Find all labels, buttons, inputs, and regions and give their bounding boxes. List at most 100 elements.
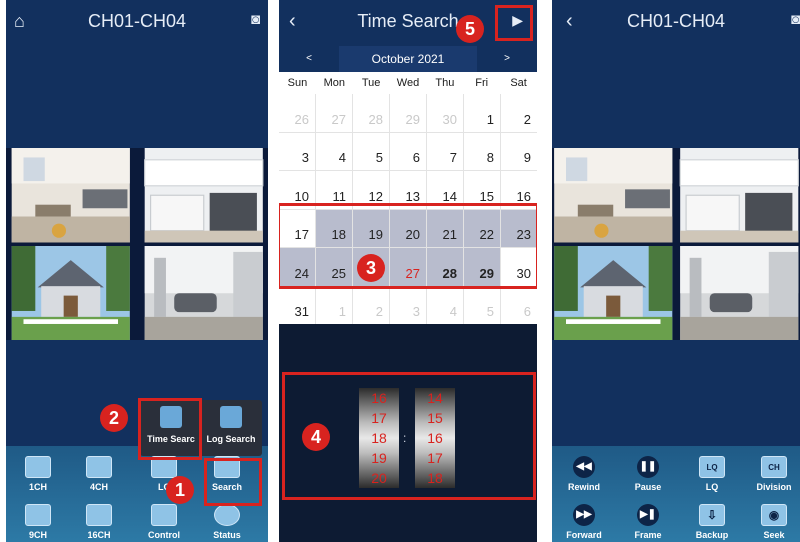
control-button[interactable]: Control — [134, 504, 194, 540]
calendar-day[interactable]: 28 — [353, 94, 389, 132]
9ch-button[interactable]: 9CH — [8, 504, 68, 540]
calendar-day[interactable]: 8 — [464, 132, 500, 170]
quad-channel-icon — [86, 456, 112, 478]
calendar-day[interactable]: 1 — [464, 94, 500, 132]
16ch-button[interactable]: 16CH — [69, 504, 129, 540]
forward-button[interactable]: ▶▶ Forward — [554, 504, 614, 540]
camera-view-ch2[interactable] — [139, 148, 269, 243]
weekday-label: Sun — [287, 77, 308, 89]
camera-view-ch2[interactable] — [678, 148, 800, 243]
camera-view-ch4[interactable] — [139, 246, 269, 341]
button-label: Status — [213, 530, 241, 540]
pause-button[interactable]: ❚❚ Pause — [618, 456, 678, 492]
day-number: 1 — [486, 111, 494, 127]
calendar-day[interactable]: 9 — [501, 132, 537, 170]
day-number: 9 — [523, 150, 531, 165]
backup-button[interactable]: ⇩ Backup — [682, 504, 742, 540]
playback-toolbar: ◀◀ Rewind ❚❚ Pause LQ LQ CH Division ▶▶ Forwa… — [552, 446, 800, 542]
seek-button[interactable]: ◉ Seek — [744, 504, 800, 540]
playback-panel: ‹ CH01-CH04 ◙ ◀◀ Rewind ❚❚ Pause LQ LQ CH Di… — [552, 0, 800, 542]
callout-box-2 — [138, 398, 202, 460]
day-number: 29 — [405, 111, 420, 127]
calendar-day[interactable]: 4 — [427, 286, 463, 324]
menu-item-label: Log Search — [206, 434, 256, 444]
day-number: 4 — [449, 304, 457, 319]
month-navigation: < October 2021 > — [279, 46, 537, 72]
log-search-icon — [220, 406, 242, 428]
button-label: Forward — [566, 530, 602, 540]
callout-badge-2: 2 — [100, 404, 128, 432]
day-number: 2 — [375, 304, 383, 319]
calendar-day[interactable]: 1 — [316, 286, 352, 324]
day-number: 12 — [368, 188, 383, 204]
day-number: 8 — [486, 150, 494, 165]
month-label: October 2021 — [339, 46, 477, 72]
button-label: Control — [148, 530, 180, 540]
calendar-day[interactable]: 7 — [427, 132, 463, 170]
calendar-day[interactable]: 26 — [279, 94, 315, 132]
status-icon — [214, 504, 240, 526]
prev-month-button[interactable]: < — [279, 46, 339, 72]
top-bar: ‹ CH01-CH04 ◙ — [552, 0, 800, 46]
day-number: 2 — [523, 111, 531, 127]
calendar-day[interactable]: 6 — [501, 286, 537, 324]
calendar-day[interactable]: 31 — [279, 286, 315, 324]
button-label: LQ — [705, 482, 719, 492]
calendar-day[interactable]: 5 — [353, 132, 389, 170]
camera-view-ch4[interactable] — [678, 246, 800, 341]
calendar-day[interactable]: 4 — [316, 132, 352, 170]
day-number: 3 — [412, 304, 420, 319]
callout-box-5 — [495, 5, 533, 41]
camera-view-ch1[interactable] — [552, 148, 675, 243]
calendar-day[interactable]: 3 — [279, 132, 315, 170]
camera-view-ch3[interactable] — [552, 246, 675, 341]
nine-channel-icon — [25, 504, 51, 526]
calendar-day[interactable]: 6 — [390, 132, 426, 170]
button-label: 9CH — [28, 530, 47, 540]
calendar-day[interactable]: 30 — [427, 94, 463, 132]
weekday-label: Sat — [510, 77, 527, 89]
day-number: 27 — [331, 111, 346, 127]
weekday-header: Sun Mon Tue Wed Thu Fri Sat — [279, 72, 537, 94]
weekday-label: Tue — [361, 77, 381, 89]
sixteen-channel-icon — [86, 504, 112, 526]
backup-icon: ⇩ — [699, 504, 725, 526]
calendar-day[interactable]: 2 — [353, 286, 389, 324]
lq-button[interactable]: LQ LQ — [682, 456, 742, 492]
division-button[interactable]: CH Division — [744, 456, 800, 492]
calendar-day[interactable]: 29 — [390, 94, 426, 132]
day-number: 5 — [375, 150, 383, 165]
top-bar: ⌂ CH01-CH04 ◙ — [6, 0, 268, 46]
single-channel-icon — [25, 456, 51, 478]
weekday-label: Wed — [396, 77, 420, 89]
calendar-day[interactable]: 3 — [390, 286, 426, 324]
calendar-day[interactable]: 5 — [464, 286, 500, 324]
camera-icon[interactable]: ◙ — [251, 12, 260, 27]
day-number: 6 — [523, 304, 531, 319]
camera-icon[interactable]: ◙ — [791, 12, 800, 27]
day-number: 6 — [412, 150, 420, 165]
frame-button[interactable]: ▶❚ Frame — [618, 504, 678, 540]
frame-icon: ▶❚ — [637, 504, 659, 526]
rewind-icon: ◀◀ — [573, 456, 595, 478]
button-label: Frame — [634, 530, 662, 540]
1ch-button[interactable]: 1CH — [8, 456, 68, 492]
calendar-day[interactable]: 27 — [316, 94, 352, 132]
camera-view-ch3[interactable] — [6, 246, 136, 341]
status-button[interactable]: Status — [197, 504, 257, 540]
day-number: 31 — [294, 304, 309, 319]
day-number: 16 — [516, 188, 531, 204]
camera-view-ch1[interactable] — [6, 148, 136, 243]
day-number: 10 — [294, 188, 309, 204]
log-search-menu-item[interactable]: Log Search — [202, 406, 260, 444]
camera-grid — [6, 148, 268, 340]
day-number: 26 — [294, 111, 309, 127]
button-label: 16CH — [87, 530, 111, 540]
button-label: Seek — [763, 530, 785, 540]
day-number: 28 — [368, 111, 383, 127]
4ch-button[interactable]: 4CH — [69, 456, 129, 492]
division-icon: CH — [761, 456, 787, 478]
next-month-button[interactable]: > — [477, 46, 537, 72]
calendar-day[interactable]: 2 — [501, 94, 537, 132]
rewind-button[interactable]: ◀◀ Rewind — [554, 456, 614, 492]
